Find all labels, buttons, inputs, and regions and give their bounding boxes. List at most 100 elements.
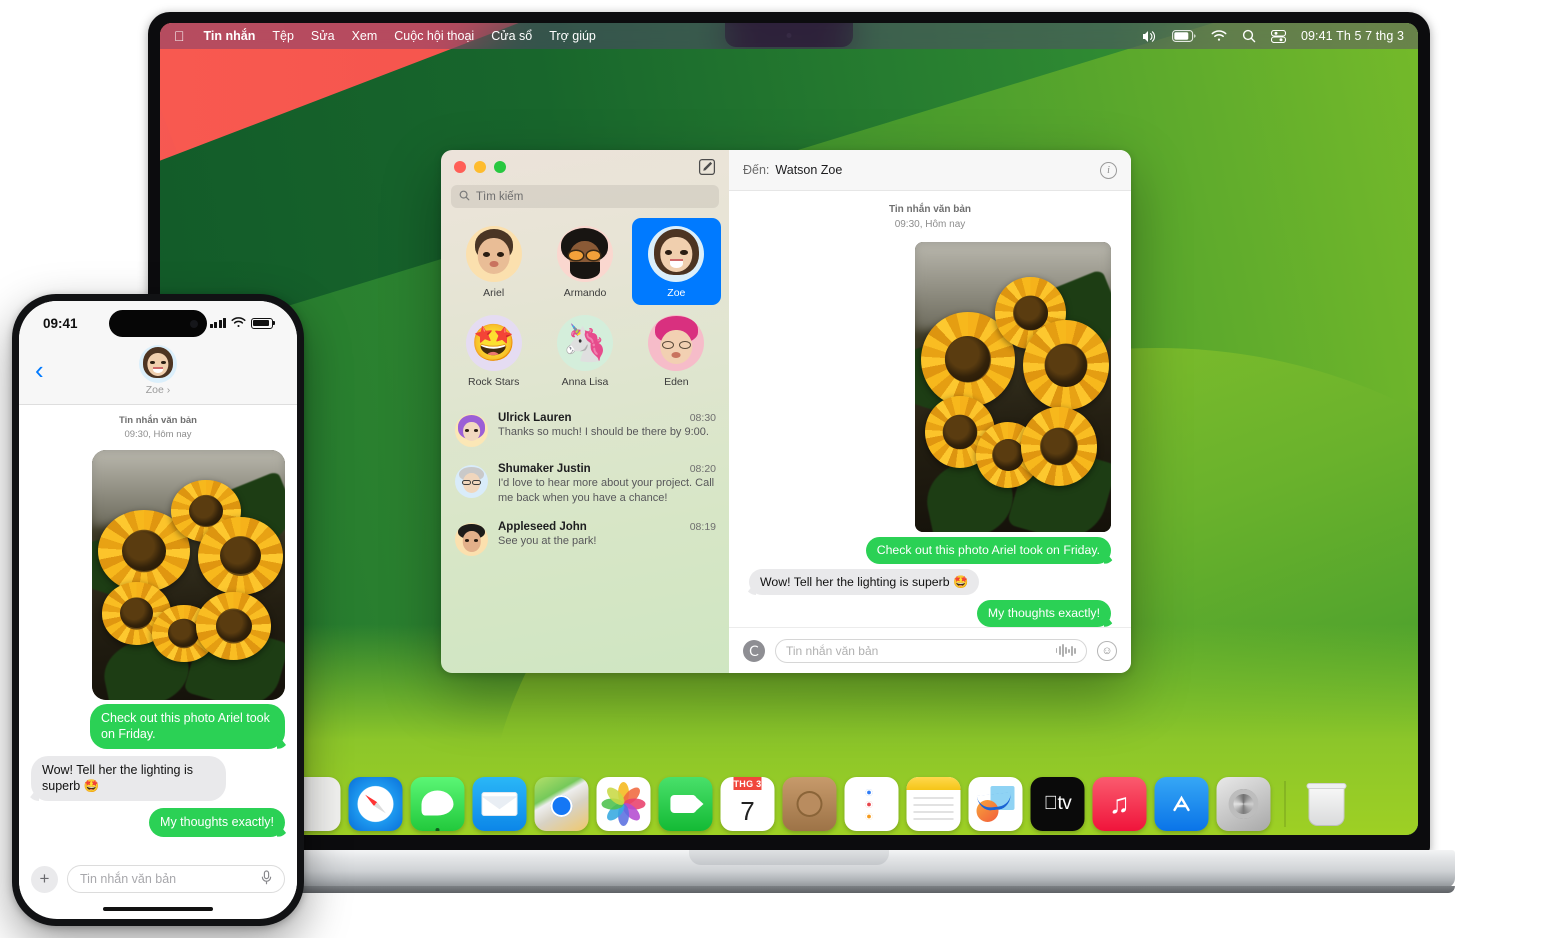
sunflower-photo[interactable] [92, 449, 285, 700]
conversation-row[interactable]: Shumaker Justin 08:20 I'd love to hear m… [441, 455, 729, 513]
contact-tile-anna-lisa[interactable]: 🦄 Anna Lisa [540, 307, 629, 394]
dock-item-reminders[interactable] [844, 777, 899, 831]
menu-item-view[interactable]: Xem [352, 29, 378, 43]
audio-waveform-icon[interactable] [1055, 644, 1076, 657]
contact-tile-zoe[interactable]: Zoe [631, 218, 721, 305]
emoji-icon[interactable]: ☺ [1097, 640, 1117, 661]
dock-item-music[interactable]: ♫ [1092, 777, 1147, 831]
thread-header: Đến: Watson Zoe i [729, 150, 1131, 191]
control-center-icon[interactable] [1270, 29, 1286, 43]
dock-item-apple-tv[interactable]: tv [1030, 777, 1085, 831]
avatar [648, 315, 705, 371]
avatar: 🦄 [556, 315, 613, 371]
thread-meta: Tin nhắn văn bản 09:30, Hôm nay [31, 414, 285, 442]
battery-icon[interactable] [1172, 30, 1196, 42]
emoji-unicorn-icon: 🦄 [562, 322, 608, 363]
menu-item-app[interactable]: Tin nhắn [204, 29, 256, 43]
conversation-row[interactable]: Ulrick Lauren 08:30 Thanks so much! I sh… [441, 404, 729, 455]
avatar [648, 226, 705, 282]
menu-item-file[interactable]: Tệp [272, 29, 294, 43]
message-input[interactable]: Tin nhắn văn bản [67, 865, 285, 893]
appletv-label: tv [1050, 793, 1071, 814]
contact-name: Eden [664, 376, 689, 388]
contact-tile-rock-stars[interactable]: 🤩 Rock Stars [449, 307, 538, 394]
screenshot-root:  Tin nhắn Tệp Sửa Xem Cuộc hội thoại Cử… [0, 0, 1560, 938]
contact-tile-eden[interactable]: Eden [632, 307, 721, 394]
macbook-device:  Tin nhắn Tệp Sửa Xem Cuộc hội thoại Cử… [123, 12, 1455, 893]
search-icon[interactable] [1242, 29, 1256, 43]
compose-icon[interactable] [698, 158, 716, 176]
back-chevron-icon[interactable]: ‹ [35, 357, 44, 383]
microphone-icon[interactable] [261, 870, 272, 888]
iphone-device: 09:41 ‹ Zoe › Tin nhắn văn bản 09:30, Hô… [12, 294, 304, 926]
calendar-day: 7 [740, 795, 755, 826]
thread-meta-type: Tin nhắn văn bản [119, 415, 197, 426]
to-label: Đến: [743, 163, 770, 177]
dock-item-notes[interactable] [906, 777, 961, 831]
wifi-icon[interactable] [1211, 30, 1227, 42]
dock-item-trash[interactable] [1300, 777, 1354, 831]
timestamp: 08:20 [689, 463, 716, 475]
search-placeholder: Tìm kiếm [476, 190, 524, 203]
message-preview: See you at the park! [498, 535, 597, 548]
dock-item-contacts[interactable] [782, 777, 837, 831]
macbook-screen:  Tin nhắn Tệp Sửa Xem Cuộc hội thoại Cử… [160, 23, 1418, 835]
status-time: 09:41 [43, 315, 78, 331]
apple-icon[interactable]:  [174, 29, 185, 43]
close-button[interactable] [454, 160, 466, 173]
message-input[interactable]: Tin nhắn văn bản [775, 638, 1087, 663]
message-row-photo [749, 242, 1111, 532]
menu-item-conversation[interactable]: Cuộc hội thoại [394, 29, 474, 43]
message-row: Check out this photo Ariel took on Frida… [749, 537, 1111, 564]
menu-bar-clock[interactable]: 09:41 Th 5 7 thg 3 [1301, 29, 1404, 43]
avatar: 🤩 [465, 315, 522, 371]
message-bubble-outgoing[interactable]: My thoughts exactly! [149, 808, 285, 837]
message-bubble-outgoing[interactable]: My thoughts exactly! [976, 600, 1111, 627]
message-preview: I'd love to hear more about your project… [498, 477, 715, 504]
conversation-row[interactable]: Appleseed John 08:19 See you at the park… [441, 513, 729, 564]
app-store-icon[interactable]: Ｃ [743, 639, 765, 662]
menu-item-edit[interactable]: Sửa [311, 29, 335, 43]
contact-name: Shumaker Justin [498, 463, 591, 475]
volume-icon[interactable] [1142, 30, 1157, 43]
dock-item-safari[interactable] [348, 777, 403, 831]
search-input[interactable]: Tìm kiếm [451, 185, 719, 208]
contact-name-text: Zoe [145, 384, 164, 396]
contact-name: Ariel [483, 287, 505, 299]
message-bubble-outgoing[interactable]: Check out this photo Ariel took on Frida… [865, 537, 1111, 564]
contact-name: Armando [563, 287, 607, 299]
dock-item-messages[interactable] [410, 777, 465, 831]
maximize-button[interactable] [494, 160, 506, 173]
calendar-month: THG 3 [733, 777, 762, 790]
avatar[interactable] [139, 345, 177, 383]
contact-tile-armando[interactable]: Armando [540, 218, 629, 305]
sunflower-photo[interactable] [915, 242, 1111, 532]
message-bubble-incoming[interactable]: Wow! Tell her the lighting is superb 🤩 [749, 568, 980, 596]
pinned-contacts-grid: Ariel Armando Zoe 🤩 Rock Stars 🦄 Anna Li… [441, 218, 729, 394]
message-bubble-outgoing[interactable]: Check out this photo Ariel took on Frida… [90, 703, 285, 749]
thread-meta-time: 09:30, Hôm nay [124, 428, 192, 440]
dock-item-freeform[interactable] [968, 777, 1023, 831]
emoji-star-struck-icon: 🤩 [471, 322, 517, 363]
contact-name[interactable]: Zoe › [139, 384, 177, 396]
menu-item-help[interactable]: Trợ giúp [549, 29, 596, 43]
dock-item-photos[interactable] [596, 777, 651, 831]
dock-item-system-settings[interactable] [1216, 777, 1271, 831]
dock-separator [1284, 781, 1286, 827]
info-icon[interactable]: i [1100, 161, 1117, 179]
dock-item-app-store[interactable] [1154, 777, 1209, 831]
dock-item-calendar[interactable]: THG 3 7 [720, 777, 775, 831]
minimize-button[interactable] [474, 160, 486, 173]
message-bubble-incoming[interactable]: Wow! Tell her the lighting is superb 🤩 [31, 755, 226, 802]
message-input-placeholder: Tin nhắn văn bản [786, 643, 879, 658]
recipient-name[interactable]: Watson Zoe [775, 163, 842, 177]
plus-icon[interactable]: + [31, 865, 58, 893]
menu-item-window[interactable]: Cửa sổ [491, 29, 532, 43]
messages-thread-pane: Đến: Watson Zoe i Tin nhắn văn bản 09:30… [729, 150, 1131, 673]
dock-item-facetime[interactable] [658, 777, 713, 831]
dock-item-mail[interactable] [472, 777, 527, 831]
contact-tile-ariel[interactable]: Ariel [449, 218, 538, 305]
running-indicator [435, 828, 440, 831]
dock-item-maps[interactable] [534, 777, 589, 831]
music-note-icon: ♫ [1109, 788, 1130, 819]
